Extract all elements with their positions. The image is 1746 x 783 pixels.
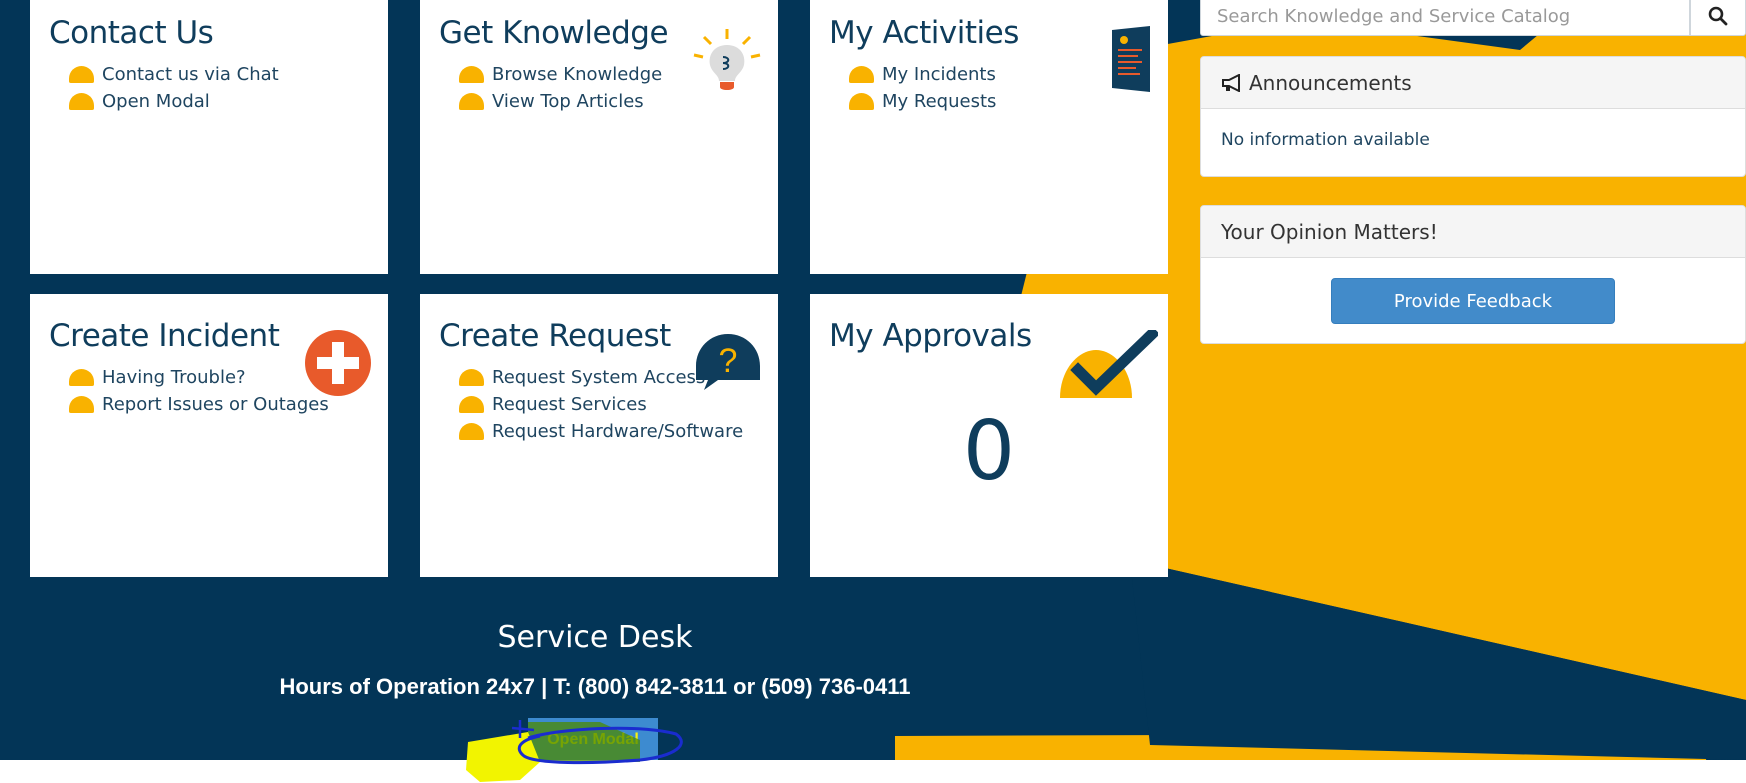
link-label: View Top Articles xyxy=(492,91,644,112)
announcements-panel: Announcements No information available xyxy=(1200,56,1746,177)
tile-create-incident: Create Incident Having Trouble? Report I… xyxy=(30,294,388,577)
dome-bullet-icon xyxy=(69,66,94,83)
dome-bullet-icon xyxy=(459,66,484,83)
announcements-title: Announcements xyxy=(1249,70,1412,95)
link-my-incidents[interactable]: My Incidents xyxy=(849,61,1149,88)
link-label: Browse Knowledge xyxy=(492,64,663,85)
link-label: Having Trouble? xyxy=(102,367,246,388)
feedback-panel: Your Opinion Matters! Provide Feedback xyxy=(1200,205,1746,344)
link-label: Request Services xyxy=(492,394,647,415)
provide-feedback-button[interactable]: Provide Feedback xyxy=(1331,278,1615,324)
dome-bullet-icon xyxy=(69,369,94,386)
announcements-body: No information available xyxy=(1221,130,1430,150)
open-modal-button[interactable]: Open Modal xyxy=(528,718,658,760)
link-open-modal[interactable]: Open Modal xyxy=(69,88,369,115)
link-my-requests[interactable]: My Requests xyxy=(849,88,1149,115)
tile-my-approvals: My Approvals 0 xyxy=(810,294,1168,577)
link-request-hardware[interactable]: Request Hardware/Software xyxy=(459,418,759,445)
hours-of-operation: Hours of Operation 24x7 | T: (800) 842-3… xyxy=(279,674,911,699)
search-input[interactable] xyxy=(1200,0,1690,36)
dome-bullet-icon xyxy=(459,369,484,386)
dome-bullet-icon xyxy=(459,396,484,413)
link-label: Request System Access xyxy=(492,367,706,388)
feedback-title: Your Opinion Matters! xyxy=(1221,219,1438,244)
dome-bullet-icon xyxy=(69,396,94,413)
checkmark-icon xyxy=(1060,330,1158,398)
tile-contact-us: Contact Us Contact us via Chat Open Moda… xyxy=(30,0,388,274)
lightbulb-icon xyxy=(693,29,761,90)
search-bar xyxy=(1200,0,1746,36)
dome-bullet-icon xyxy=(69,93,94,110)
service-desk-title: Service Desk xyxy=(497,620,693,655)
link-label: Open Modal xyxy=(102,91,210,112)
link-label: Contact us via Chat xyxy=(102,64,279,85)
search-button[interactable] xyxy=(1690,0,1746,36)
link-request-services[interactable]: Request Services xyxy=(459,391,759,418)
feedback-header: Your Opinion Matters! xyxy=(1201,206,1745,258)
plus-circle-icon xyxy=(305,330,371,396)
link-label: Report Issues or Outages xyxy=(102,394,329,415)
tile-create-request: Create Request Request System Access Req… xyxy=(420,294,778,577)
link-contact-chat[interactable]: Contact us via Chat xyxy=(69,61,369,88)
approvals-count[interactable]: 0 xyxy=(810,404,1168,499)
tile-title: Contact Us xyxy=(49,15,214,51)
svg-text:?: ? xyxy=(719,342,738,380)
page-background: Contact Us Contact us via Chat Open Moda… xyxy=(0,0,1746,760)
dome-bullet-icon xyxy=(459,423,484,440)
tile-my-activities: My Activities My Incidents My Requests xyxy=(810,0,1168,274)
tile-title: My Activities xyxy=(829,15,1019,51)
link-label: My Incidents xyxy=(882,64,996,85)
link-label: Request Hardware/Software xyxy=(492,421,744,442)
question-bubble-icon: ? xyxy=(696,334,760,390)
dome-bullet-icon xyxy=(849,93,874,110)
announcements-header: Announcements xyxy=(1201,57,1745,109)
tile-get-knowledge: Get Knowledge Browse Knowledge View Top … xyxy=(420,0,778,274)
document-icon xyxy=(1112,26,1150,92)
megaphone-icon xyxy=(1222,73,1240,92)
dome-bullet-icon xyxy=(849,66,874,83)
dome-bullet-icon xyxy=(459,93,484,110)
search-icon xyxy=(1708,6,1728,26)
link-label: My Requests xyxy=(882,91,997,112)
